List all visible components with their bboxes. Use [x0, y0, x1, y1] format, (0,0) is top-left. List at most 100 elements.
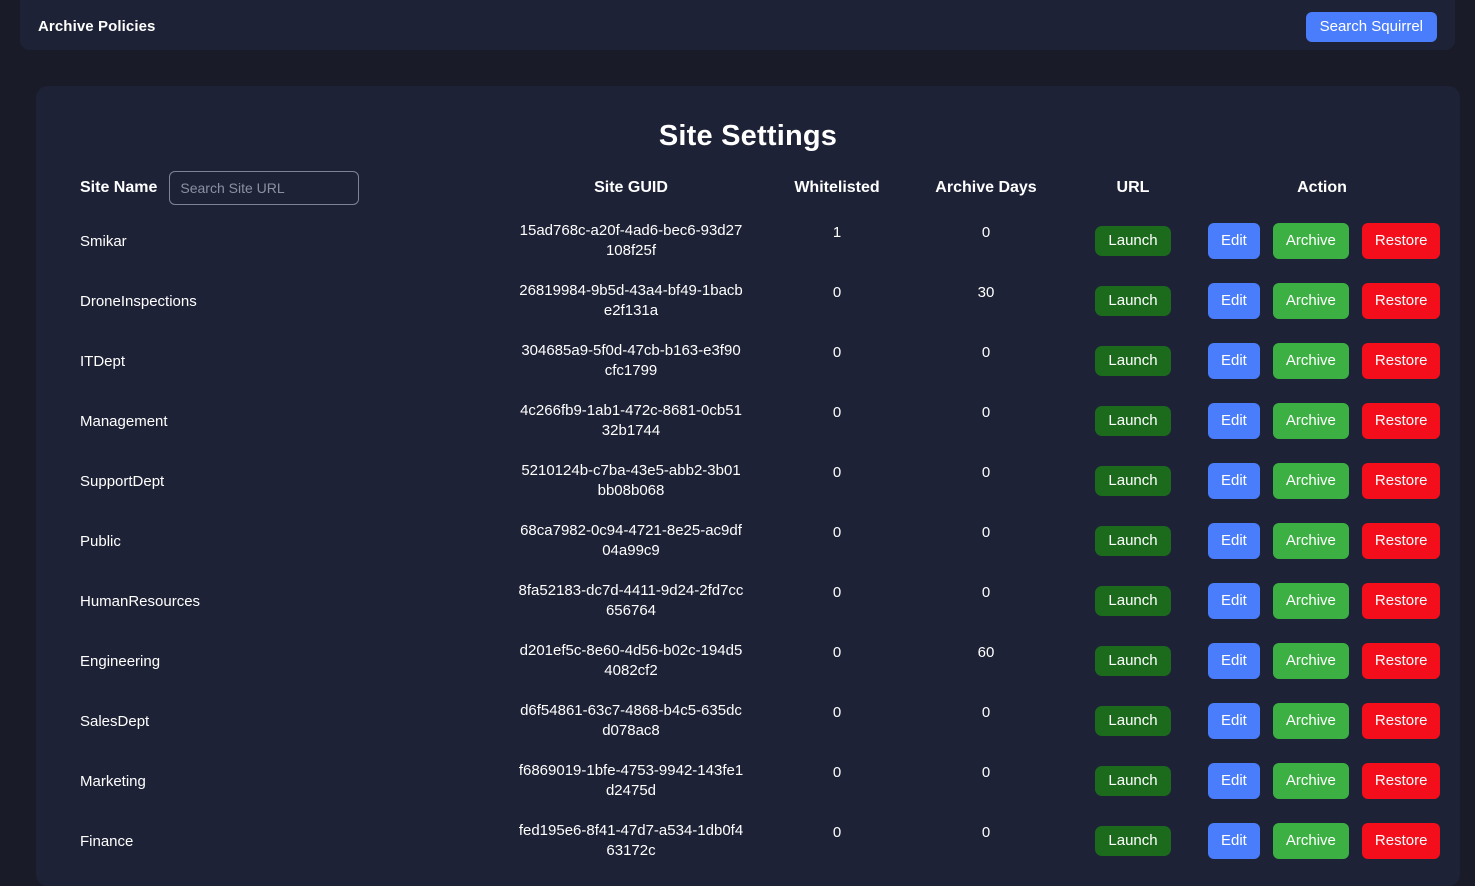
cell-archive-days: 0: [912, 331, 1060, 391]
restore-button[interactable]: Restore: [1362, 823, 1441, 859]
archive-button[interactable]: Archive: [1273, 583, 1349, 619]
edit-button[interactable]: Edit: [1208, 223, 1260, 259]
site-guid-text: d6f54861-63c7-4868-b4c5-635dcd078ac8: [519, 701, 744, 742]
column-header-site-guid: Site GUID: [500, 171, 762, 211]
cell-action: Edit Archive Restore: [1206, 331, 1438, 391]
cell-site-guid: fed195e6-8f41-47d7-a534-1db0f463172c: [500, 811, 762, 871]
whitelisted-value: 1: [762, 224, 912, 241]
cell-url: Launch: [1060, 751, 1206, 811]
archive-button[interactable]: Archive: [1273, 283, 1349, 319]
restore-button[interactable]: Restore: [1362, 283, 1441, 319]
edit-button[interactable]: Edit: [1208, 463, 1260, 499]
action-button-group: Edit Archive Restore: [1206, 223, 1438, 259]
cell-whitelisted: 0: [762, 271, 912, 331]
search-squirrel-button[interactable]: Search Squirrel: [1306, 12, 1437, 42]
cell-archive-days: 30: [912, 271, 1060, 331]
archive-button[interactable]: Archive: [1273, 523, 1349, 559]
archive-button[interactable]: Archive: [1273, 403, 1349, 439]
action-button-group: Edit Archive Restore: [1206, 283, 1438, 319]
column-header-action: Action: [1206, 171, 1438, 211]
cell-url: Launch: [1060, 451, 1206, 511]
launch-button[interactable]: Launch: [1095, 346, 1170, 376]
edit-button[interactable]: Edit: [1208, 703, 1260, 739]
cell-url: Launch: [1060, 331, 1206, 391]
launch-button[interactable]: Launch: [1095, 586, 1170, 616]
cell-whitelisted: 0: [762, 631, 912, 691]
restore-button[interactable]: Restore: [1362, 703, 1441, 739]
table-row: Smikar15ad768c-a20f-4ad6-bec6-93d27108f2…: [58, 211, 1438, 271]
cell-action: Edit Archive Restore: [1206, 631, 1438, 691]
table-row: SalesDeptd6f54861-63c7-4868-b4c5-635dcd0…: [58, 691, 1438, 751]
card-title: Site Settings: [58, 120, 1438, 153]
search-site-url-input[interactable]: [169, 171, 359, 205]
whitelisted-value: 0: [762, 704, 912, 721]
launch-button[interactable]: Launch: [1095, 706, 1170, 736]
restore-button[interactable]: Restore: [1362, 403, 1441, 439]
archive-days-value: 60: [912, 644, 1060, 661]
cell-site-guid: d6f54861-63c7-4868-b4c5-635dcd078ac8: [500, 691, 762, 751]
cell-site-name: SupportDept: [58, 451, 500, 511]
archive-days-value: 30: [912, 284, 1060, 301]
archive-days-value: 0: [912, 344, 1060, 361]
edit-button[interactable]: Edit: [1208, 343, 1260, 379]
action-button-group: Edit Archive Restore: [1206, 643, 1438, 679]
launch-button[interactable]: Launch: [1095, 466, 1170, 496]
restore-button[interactable]: Restore: [1362, 763, 1441, 799]
cell-archive-days: 0: [912, 751, 1060, 811]
restore-button[interactable]: Restore: [1362, 643, 1441, 679]
launch-button[interactable]: Launch: [1095, 646, 1170, 676]
action-button-group: Edit Archive Restore: [1206, 343, 1438, 379]
cell-site-name: Smikar: [58, 211, 500, 271]
cell-archive-days: 0: [912, 391, 1060, 451]
archive-button[interactable]: Archive: [1273, 823, 1349, 859]
edit-button[interactable]: Edit: [1208, 523, 1260, 559]
launch-button[interactable]: Launch: [1095, 406, 1170, 436]
table-row: Engineeringd201ef5c-8e60-4d56-b02c-194d5…: [58, 631, 1438, 691]
edit-button[interactable]: Edit: [1208, 823, 1260, 859]
site-guid-text: 26819984-9b5d-43a4-bf49-1bacbe2f131a: [519, 281, 744, 322]
cell-action: Edit Archive Restore: [1206, 511, 1438, 571]
restore-button[interactable]: Restore: [1362, 583, 1441, 619]
cell-action: Edit Archive Restore: [1206, 271, 1438, 331]
cell-whitelisted: 0: [762, 571, 912, 631]
edit-button[interactable]: Edit: [1208, 403, 1260, 439]
site-guid-text: 68ca7982-0c94-4721-8e25-ac9df04a99c9: [519, 521, 744, 562]
archive-days-value: 0: [912, 224, 1060, 241]
cell-site-guid: 8fa52183-dc7d-4411-9d24-2fd7cc656764: [500, 571, 762, 631]
archive-button[interactable]: Archive: [1273, 343, 1349, 379]
archive-button[interactable]: Archive: [1273, 463, 1349, 499]
edit-button[interactable]: Edit: [1208, 763, 1260, 799]
cell-site-name: DroneInspections: [58, 271, 500, 331]
cell-whitelisted: 1: [762, 211, 912, 271]
action-button-group: Edit Archive Restore: [1206, 523, 1438, 559]
cell-archive-days: 60: [912, 631, 1060, 691]
archive-days-value: 0: [912, 704, 1060, 721]
restore-button[interactable]: Restore: [1362, 523, 1441, 559]
restore-button[interactable]: Restore: [1362, 463, 1441, 499]
launch-button[interactable]: Launch: [1095, 226, 1170, 256]
cell-site-name: Public: [58, 511, 500, 571]
archive-days-value: 0: [912, 464, 1060, 481]
cell-site-name: HumanResources: [58, 571, 500, 631]
whitelisted-value: 0: [762, 284, 912, 301]
cell-site-name: ITDept: [58, 331, 500, 391]
archive-button[interactable]: Archive: [1273, 703, 1349, 739]
table-header-row: Site Name Site GUID Whitelisted Archive …: [58, 171, 1438, 211]
archive-days-value: 0: [912, 764, 1060, 781]
archive-button[interactable]: Archive: [1273, 763, 1349, 799]
restore-button[interactable]: Restore: [1362, 343, 1441, 379]
edit-button[interactable]: Edit: [1208, 583, 1260, 619]
restore-button[interactable]: Restore: [1362, 223, 1441, 259]
launch-button[interactable]: Launch: [1095, 286, 1170, 316]
edit-button[interactable]: Edit: [1208, 643, 1260, 679]
launch-button[interactable]: Launch: [1095, 526, 1170, 556]
archive-button[interactable]: Archive: [1273, 643, 1349, 679]
edit-button[interactable]: Edit: [1208, 283, 1260, 319]
archive-button[interactable]: Archive: [1273, 223, 1349, 259]
site-guid-text: 5210124b-c7ba-43e5-abb2-3b01bb08b068: [519, 461, 744, 502]
table-body: Smikar15ad768c-a20f-4ad6-bec6-93d27108f2…: [58, 211, 1438, 871]
cell-url: Launch: [1060, 211, 1206, 271]
launch-button[interactable]: Launch: [1095, 826, 1170, 856]
launch-button[interactable]: Launch: [1095, 766, 1170, 796]
site-settings-table: Site Name Site GUID Whitelisted Archive …: [58, 171, 1438, 871]
